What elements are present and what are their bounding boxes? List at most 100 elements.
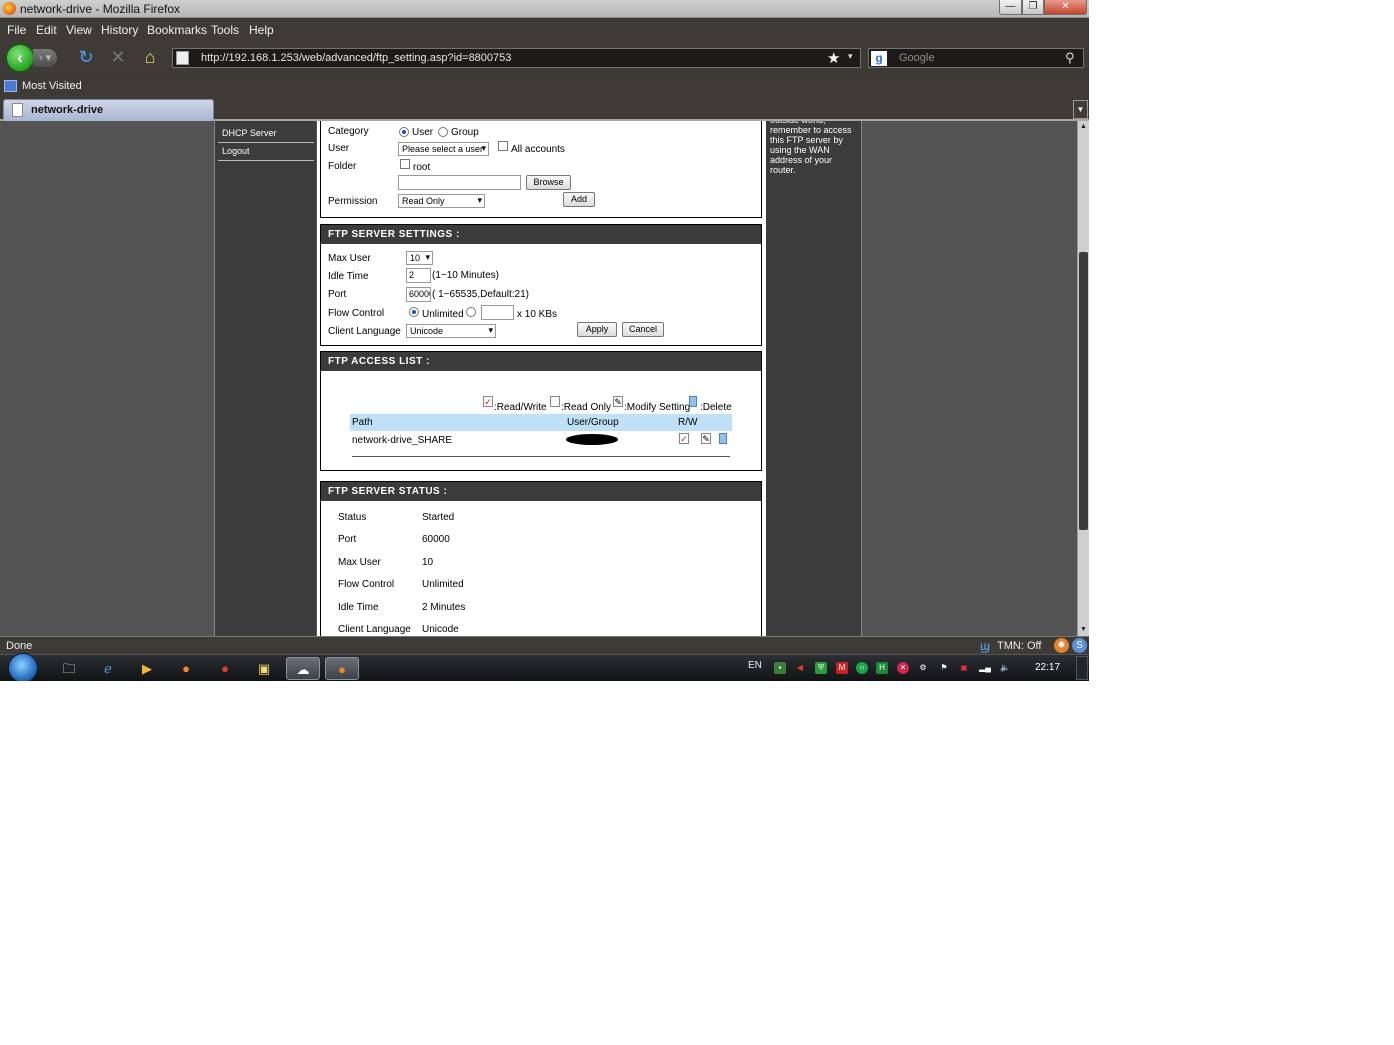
menu-edit[interactable]: Edit	[36, 23, 57, 37]
root-checkbox[interactable]	[400, 159, 410, 169]
reload-icon[interactable]: ↻	[76, 47, 96, 67]
nav-dhcp-server[interactable]: DHCP Server	[218, 125, 314, 143]
delete-icon	[689, 396, 697, 407]
row-modify-icon[interactable]: ✎	[701, 433, 711, 444]
home-icon[interactable]: ⌂	[140, 47, 160, 67]
close-button[interactable]: ✕	[1044, 0, 1087, 15]
category-group-radio[interactable]	[438, 127, 448, 137]
url-text[interactable]: http://192.168.1.253/web/advanced/ftp_se…	[201, 52, 511, 64]
tmn-status[interactable]: TMN: Off	[997, 640, 1041, 652]
search-placeholder[interactable]: Google	[899, 52, 934, 64]
read-write-icon: ✓	[483, 396, 493, 407]
tray-alert-icon[interactable]: ◀	[794, 662, 806, 674]
firefox-active-icon[interactable]: ●	[325, 657, 359, 680]
tray-red-icon[interactable]: ✕	[897, 662, 909, 674]
tray-usb-icon[interactable]: ⚙	[917, 662, 929, 674]
network-app-icon[interactable]: ☁	[286, 657, 320, 680]
menu-help[interactable]: Help	[249, 23, 274, 37]
idle-time-input[interactable]: 2	[406, 268, 431, 283]
menu-bookmarks[interactable]: Bookmarks	[147, 23, 207, 37]
cancel-button[interactable]: Cancel	[622, 322, 664, 337]
tray-network-icon[interactable]: ▪	[774, 662, 786, 674]
all-accounts-checkbox[interactable]	[498, 141, 508, 151]
back-icon[interactable]: ‹	[6, 44, 34, 72]
flow-unlimited-radio[interactable]	[409, 307, 419, 317]
maximize-button[interactable]: ❐	[1022, 0, 1044, 15]
tmn-icon[interactable]: ϣ	[980, 639, 990, 653]
sync-icon[interactable]: S	[1072, 638, 1087, 653]
folder-app-icon[interactable]: ▣	[247, 657, 281, 680]
search-bar[interactable]: g Google ⚲	[868, 48, 1084, 68]
firebug-icon[interactable]: ✹	[1054, 638, 1069, 653]
start-button[interactable]	[8, 653, 38, 681]
tab-list-button[interactable]: ▼	[1073, 100, 1088, 119]
bookmark-star-icon[interactable]: ★	[827, 49, 840, 67]
add-button[interactable]: Add	[563, 192, 595, 207]
port-hint: ( 1~65535,Default:21)	[432, 289, 530, 300]
category-user-radio[interactable]	[399, 127, 409, 137]
menu-history[interactable]: History	[101, 23, 138, 37]
tray-mail-icon[interactable]: M	[836, 662, 848, 674]
forward-icon[interactable]: › ▾	[33, 49, 57, 67]
legend-modify: :Modify Setting	[624, 402, 691, 413]
window-title: network-drive - Mozilla Firefox	[20, 2, 181, 16]
minimize-button[interactable]: —	[999, 0, 1022, 15]
url-dropdown-icon[interactable]: ▾	[848, 51, 853, 62]
tray-green-icon[interactable]: ○	[856, 662, 868, 674]
add-account-panel: Category User Group User Please select a…	[320, 121, 762, 218]
row-rw-icon[interactable]: ✓	[679, 433, 689, 444]
legend-read-write: :Read/Write	[494, 402, 547, 413]
client-language-select[interactable]: Unicode	[406, 324, 496, 338]
window-titlebar[interactable]: network-drive - Mozilla Firefox — ❐ ✕	[0, 0, 1089, 18]
firefox-icon	[3, 2, 16, 15]
column-rw: R/W	[678, 417, 698, 428]
internet-explorer-icon[interactable]: ℯ	[91, 657, 125, 680]
tray-signal-icon[interactable]: ▂▄	[979, 662, 991, 674]
tray-flag-icon[interactable]: ⚑	[938, 662, 950, 674]
tray-shield-icon[interactable]: ⛨	[815, 662, 827, 674]
max-user-select[interactable]: 10	[406, 251, 433, 265]
google-icon[interactable]: g	[871, 51, 887, 66]
idle-time-hint: (1~10 Minutes)	[432, 270, 499, 281]
flow-limit-input[interactable]	[481, 305, 514, 320]
flow-control-label: Flow Control	[328, 308, 385, 319]
show-desktop-button[interactable]	[1076, 656, 1088, 680]
tray-device-icon[interactable]: ▣	[958, 662, 970, 674]
folder-path-input[interactable]	[398, 175, 521, 190]
app-icon[interactable]: ●	[208, 657, 242, 680]
help-text: outside world, remember to access this F…	[770, 121, 852, 175]
taskbar-clock[interactable]: 22:17	[1035, 662, 1060, 673]
user-select[interactable]: Please select a user	[398, 142, 489, 156]
bookmark-most-visited[interactable]: Most Visited	[22, 80, 82, 92]
router-left-nav: DHCP Server Logout	[214, 121, 316, 636]
flow-limit-radio[interactable]	[466, 307, 476, 317]
row-delete-icon[interactable]	[719, 433, 727, 444]
tray-h-icon[interactable]: H	[876, 662, 888, 674]
windows-taskbar: 🗀 ℯ ▶ ● ● ▣ ☁ ● EN ▪ ◀ ⛨ M ○ H ✕ ⚙ ⚑ ▣ ▂…	[0, 653, 1089, 681]
media-player-icon[interactable]: ▶	[130, 657, 164, 680]
search-icon[interactable]: ⚲	[1065, 50, 1075, 66]
url-bar[interactable]: http://192.168.1.253/web/advanced/ftp_se…	[172, 48, 861, 68]
tray-volume-icon[interactable]: 🔈	[999, 662, 1011, 674]
scroll-thumb[interactable]	[1079, 252, 1088, 530]
nav-logout[interactable]: Logout	[218, 143, 314, 161]
vertical-scrollbar[interactable]: ▲ ▼	[1077, 121, 1089, 636]
port-input[interactable]: 60000	[406, 287, 431, 302]
browse-button[interactable]: Browse	[526, 175, 571, 190]
scroll-down-icon[interactable]: ▼	[1078, 624, 1089, 635]
explorer-icon[interactable]: 🗀	[52, 657, 86, 680]
apply-button[interactable]: Apply	[577, 322, 617, 337]
permission-select[interactable]: Read Only	[398, 194, 485, 208]
firefox-taskbar-icon[interactable]: ●	[169, 657, 203, 680]
column-path: Path	[352, 417, 373, 428]
scroll-up-icon[interactable]: ▲	[1078, 121, 1089, 132]
menu-bar: File Edit View History Bookmarks Tools H…	[0, 19, 1089, 41]
menu-file[interactable]: File	[7, 23, 26, 37]
tab-network-drive[interactable]: network-drive	[3, 99, 214, 121]
menu-tools[interactable]: Tools	[211, 23, 239, 37]
language-indicator[interactable]: EN	[748, 660, 762, 671]
port-label: Port	[328, 289, 347, 300]
legend-delete: :Delete	[700, 402, 732, 413]
stop-icon[interactable]: ✕	[108, 47, 128, 67]
menu-view[interactable]: View	[66, 23, 92, 37]
